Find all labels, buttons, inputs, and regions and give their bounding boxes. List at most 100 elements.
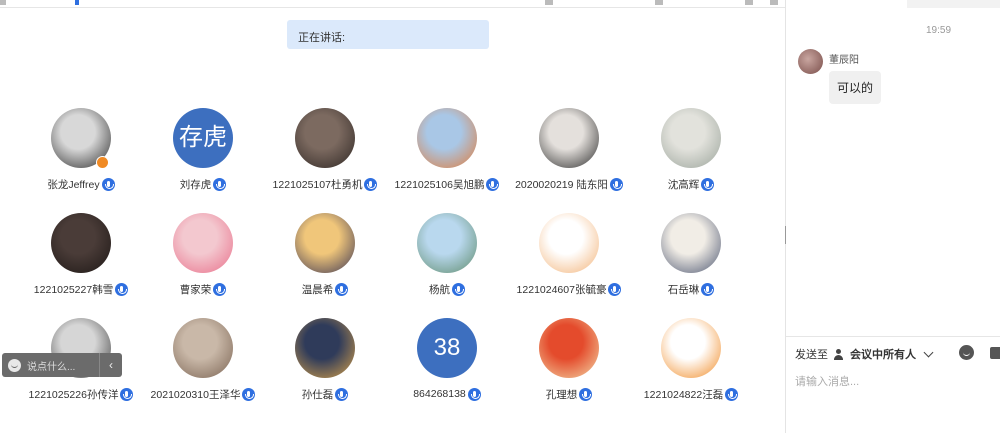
- microphone-icon: [213, 177, 227, 191]
- participant-name-row: 1221024822汪磊: [630, 386, 752, 402]
- participant-name: 2021020310王泽华: [150, 388, 241, 401]
- participant-name-row: 温晨希: [264, 281, 386, 297]
- participant-name: 孔理想: [545, 388, 578, 401]
- emoji-icon[interactable]: [8, 358, 21, 372]
- send-to-label: 发送至: [795, 349, 828, 361]
- participant-tile[interactable]: 石岳琳: [630, 213, 752, 303]
- participant-name: 杨航: [429, 283, 450, 296]
- microphone-icon: [335, 282, 349, 296]
- participant-tile[interactable]: 曹家荣: [142, 213, 264, 303]
- participant-name-row: 1221025227韩雪: [20, 281, 142, 297]
- participant-name: 1221024822汪磊: [643, 388, 724, 401]
- chat-header-fragment: [907, 0, 1000, 8]
- microphone-icon: [452, 282, 465, 296]
- participant-name-row: 刘存虎: [142, 176, 264, 192]
- speaking-label: 正在讲话:: [298, 32, 346, 44]
- participant-tile[interactable]: 杨航: [386, 213, 508, 303]
- avatar[interactable]: [417, 213, 477, 273]
- participant-name: 孙仕磊: [301, 388, 334, 401]
- avatar[interactable]: [173, 318, 233, 378]
- participant-name: 864268138: [413, 388, 466, 400]
- participant-tile[interactable]: 沈高辉: [630, 108, 752, 198]
- chat-panel: 19:59 董辰阳 可以的 发送至 会议中所有人: [786, 0, 1000, 433]
- participant-name: 2020020219 陆东阳: [515, 178, 608, 191]
- avatar[interactable]: [539, 213, 599, 273]
- participant-tile[interactable]: 2021020310王泽华: [142, 318, 264, 408]
- microphone-icon: [701, 282, 715, 296]
- participant-tile[interactable]: 1221025106吴旭鹏: [386, 108, 508, 198]
- chevron-left-icon[interactable]: ‹: [100, 358, 122, 372]
- participant-tile[interactable]: 张龙Jeffrey: [20, 108, 142, 198]
- microphone-icon: [213, 282, 227, 296]
- participant-tile[interactable]: 温晨希: [264, 213, 386, 303]
- avatar[interactable]: [539, 108, 599, 168]
- file-icon[interactable]: [990, 347, 1000, 359]
- avatar[interactable]: [417, 108, 477, 168]
- avatar[interactable]: [173, 213, 233, 273]
- participant-name-row: 864268138: [386, 386, 508, 402]
- participant-name-row: 沈高辉: [630, 176, 752, 192]
- emoji-icon[interactable]: [959, 345, 974, 360]
- toolbar-fragment: [745, 0, 753, 5]
- avatar[interactable]: [295, 213, 355, 273]
- participant-name: 1221024607张毓豪: [516, 283, 607, 296]
- microphone-icon: [101, 177, 115, 191]
- host-badge-icon: [96, 156, 109, 169]
- message-sender: 董辰阳: [829, 55, 859, 66]
- microphone-icon: [115, 282, 129, 296]
- meeting-window: 正在讲话: 张龙Jeffrey 存虎刘存虎 1221025107杜勇机 1221025…: [0, 0, 1000, 433]
- avatar[interactable]: [51, 213, 111, 273]
- participant-name: 曹家荣: [179, 283, 212, 296]
- microphone-icon: [608, 282, 622, 296]
- participant-name-row: 张龙Jeffrey: [20, 176, 142, 192]
- microphone-icon: [335, 387, 349, 401]
- participant-name-row: 1221025107杜勇机: [264, 176, 386, 192]
- participant-tile[interactable]: 1221025227韩雪: [20, 213, 142, 303]
- participant-tile[interactable]: 2020020219 陆东阳: [508, 108, 630, 198]
- recipient-value[interactable]: 会议中所有人: [850, 346, 916, 362]
- speaking-indicator: 正在讲话:: [287, 20, 489, 49]
- participant-name-row: 石岳琳: [630, 281, 752, 297]
- participant-name-row: 孔理想: [508, 386, 630, 402]
- participant-name-row: 2021020310王泽华: [142, 386, 264, 402]
- participant-name-row: 杨航: [386, 281, 508, 297]
- participant-name: 张龙Jeffrey: [47, 178, 100, 191]
- avatar[interactable]: [295, 108, 355, 168]
- avatar[interactable]: [661, 318, 721, 378]
- microphone-icon: [120, 387, 134, 401]
- avatar[interactable]: 存虎: [173, 108, 233, 168]
- send-to-selector[interactable]: 发送至 会议中所有人: [795, 346, 934, 362]
- toolbar-fragment: [545, 0, 553, 5]
- participant-tile[interactable]: 1221025107杜勇机: [264, 108, 386, 198]
- microphone-icon: [701, 177, 715, 191]
- microphone-icon: [364, 177, 378, 191]
- participant-tile[interactable]: 孙仕磊: [264, 318, 386, 408]
- microphone-icon: [486, 177, 500, 191]
- participant-name: 温晨希: [301, 283, 334, 296]
- participant-name-row: 孙仕磊: [264, 386, 386, 402]
- top-toolbar-strip: [0, 0, 785, 8]
- avatar[interactable]: [539, 318, 599, 378]
- toolbar-fragment: [0, 0, 6, 5]
- chat-message-input[interactable]: [795, 374, 990, 390]
- participant-name-row: 2020020219 陆东阳: [508, 176, 630, 192]
- participant-tile[interactable]: 孔理想: [508, 318, 630, 408]
- microphone-icon: [467, 387, 481, 401]
- participant-tile[interactable]: 1221024822汪磊: [630, 318, 752, 408]
- participant-tile[interactable]: 38 864268138: [386, 318, 508, 408]
- participant-name-row: 1221024607张毓豪: [508, 281, 630, 297]
- quick-chat-placeholder[interactable]: 说点什么...: [27, 358, 75, 373]
- chevron-down-icon[interactable]: [923, 347, 934, 358]
- toolbar-fragment: [770, 0, 778, 5]
- avatar[interactable]: [661, 213, 721, 273]
- toolbar-fragment: [655, 0, 663, 5]
- avatar[interactable]: [295, 318, 355, 378]
- participant-name: 1221025107杜勇机: [272, 178, 363, 191]
- quick-chat-bar[interactable]: 说点什么... ‹: [2, 353, 122, 377]
- avatar[interactable]: 38: [417, 318, 477, 378]
- avatar[interactable]: [661, 108, 721, 168]
- microphone-icon: [609, 177, 623, 191]
- participant-tile[interactable]: 1221024607张毓豪: [508, 213, 630, 303]
- participant-tile[interactable]: 存虎 刘存虎: [142, 108, 264, 198]
- avatar[interactable]: [798, 49, 823, 74]
